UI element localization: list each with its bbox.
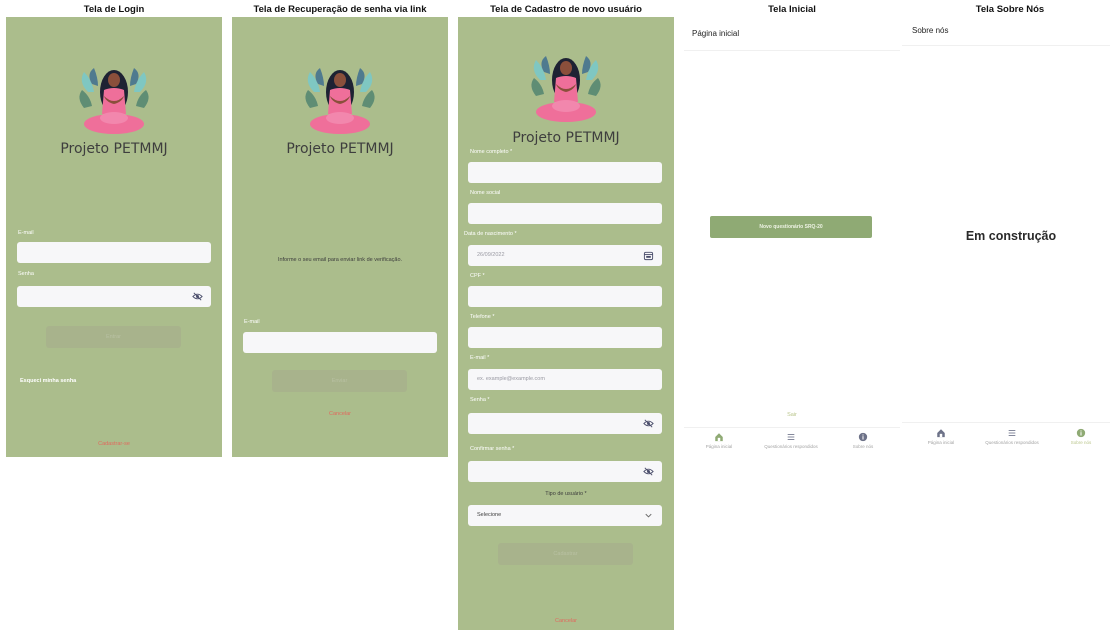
header-divider: [902, 45, 1110, 46]
password-field[interactable]: [17, 286, 211, 307]
page-title: Página inicial: [692, 29, 740, 38]
tab-answered-questionnaires[interactable]: Questionários respondidos: [975, 428, 1049, 445]
tab-about[interactable]: Sobre nós: [838, 432, 888, 449]
user-type-label: Tipo de usuário *: [545, 491, 587, 497]
password-label: Senha: [18, 271, 34, 277]
register-screen: Projeto PETMMJ Nome completo * Nome soci…: [458, 17, 674, 630]
chevron-down-icon: [645, 513, 652, 518]
email-label: E-mail *: [470, 355, 490, 361]
birth-date-value: 26/09/2022: [477, 252, 505, 258]
register-button[interactable]: Cadastrar: [498, 543, 633, 565]
tabbar-divider: [902, 422, 1110, 423]
tab-about-label: Sobre nós: [1070, 440, 1092, 445]
tab-home[interactable]: Página inicial: [916, 428, 966, 445]
eye-off-icon[interactable]: [192, 291, 203, 302]
home-screen: Página inicial Novo questionário SRQ-20 …: [684, 17, 900, 462]
cpf-field[interactable]: [468, 286, 662, 307]
home-icon: [937, 429, 945, 438]
social-name-field[interactable]: [468, 203, 662, 224]
cancel-link[interactable]: Cancelar: [458, 618, 674, 624]
brand-title: Projeto PETMMJ: [512, 130, 620, 146]
petmmj-logo: [526, 50, 606, 130]
full-name-label: Nome completo *: [470, 149, 513, 155]
list-icon: [787, 434, 795, 440]
tab-questionnaires-label: Questionários respondidos: [764, 444, 818, 449]
logout-link[interactable]: Sair: [684, 412, 900, 418]
title-login: Tela de Login: [83, 4, 145, 15]
about-screen: Sobre nós Em construção Página inicial Q…: [902, 17, 1110, 462]
title-register: Tela de Cadastro de novo usuário: [490, 4, 642, 15]
info-icon: [858, 432, 868, 442]
eye-off-icon[interactable]: [643, 418, 654, 429]
under-construction-text: Em construção: [965, 229, 1057, 243]
full-name-field[interactable]: [468, 162, 662, 183]
title-home: Tela Inicial: [768, 4, 816, 15]
new-questionnaire-button[interactable]: Novo questionário SRQ-20: [710, 216, 872, 238]
eye-off-icon[interactable]: [643, 466, 654, 477]
tab-home-label: Página inicial: [927, 440, 955, 445]
password-label: Senha *: [470, 397, 490, 403]
user-type-value: Selecione: [477, 512, 502, 518]
phone-label: Telefone *: [470, 314, 495, 320]
tabbar-divider: [684, 427, 900, 428]
password-field[interactable]: [468, 413, 662, 434]
email-placeholder: ex. example@example.com: [477, 376, 545, 382]
forgot-password-link[interactable]: Esqueci minha senha: [20, 378, 76, 384]
list-icon: [1008, 430, 1016, 436]
recovery-screen: Projeto PETMMJ Informe o seu email para …: [232, 17, 448, 457]
email-label: E-mail: [18, 230, 34, 236]
tab-about[interactable]: Sobre nós: [1058, 428, 1104, 445]
page-title: Sobre nós: [912, 26, 949, 35]
birth-date-label: Data de nascimento *: [464, 231, 517, 237]
recovery-instructions: Informe o seu email para enviar link de …: [277, 257, 403, 263]
cpf-label: CPF *: [470, 273, 485, 279]
tab-about-label: Sobre nós: [852, 444, 874, 449]
confirm-password-label: Confirmar senha *: [470, 446, 515, 452]
phone-field[interactable]: [468, 327, 662, 348]
calendar-icon[interactable]: [643, 250, 654, 261]
tab-answered-questionnaires[interactable]: Questionários respondidos: [754, 432, 828, 449]
cancel-link[interactable]: Cancelar: [232, 411, 448, 417]
brand-title: Projeto PETMMJ: [286, 141, 394, 157]
brand-title: Projeto PETMMJ: [60, 141, 168, 157]
petmmj-logo: [300, 62, 380, 142]
tab-questionnaires-label: Questionários respondidos: [985, 440, 1039, 445]
email-label: E-mail: [244, 319, 260, 325]
home-icon: [715, 433, 723, 442]
title-about: Tela Sobre Nós: [975, 4, 1045, 15]
social-name-label: Nome social: [470, 190, 501, 196]
send-button[interactable]: Enviar: [272, 370, 407, 392]
birth-date-field[interactable]: 26/09/2022: [468, 245, 662, 266]
login-screen: Projeto PETMMJ E-mail Senha Entrar Esque…: [6, 17, 222, 457]
info-icon: [1076, 428, 1086, 438]
email-field[interactable]: [243, 332, 437, 353]
email-field[interactable]: ex. example@example.com: [468, 369, 662, 390]
header-divider: [684, 50, 900, 51]
tab-home[interactable]: Página inicial: [694, 432, 744, 449]
tab-home-label: Página inicial: [705, 444, 733, 449]
email-field[interactable]: [17, 242, 211, 263]
confirm-password-field[interactable]: [468, 461, 662, 482]
title-recovery: Tela de Recuperação de senha via link: [253, 4, 427, 15]
enter-button[interactable]: Entrar: [46, 326, 181, 348]
petmmj-logo: [74, 62, 154, 142]
register-link[interactable]: Cadastrar-se: [6, 441, 222, 447]
user-type-select[interactable]: Selecione: [468, 505, 662, 526]
